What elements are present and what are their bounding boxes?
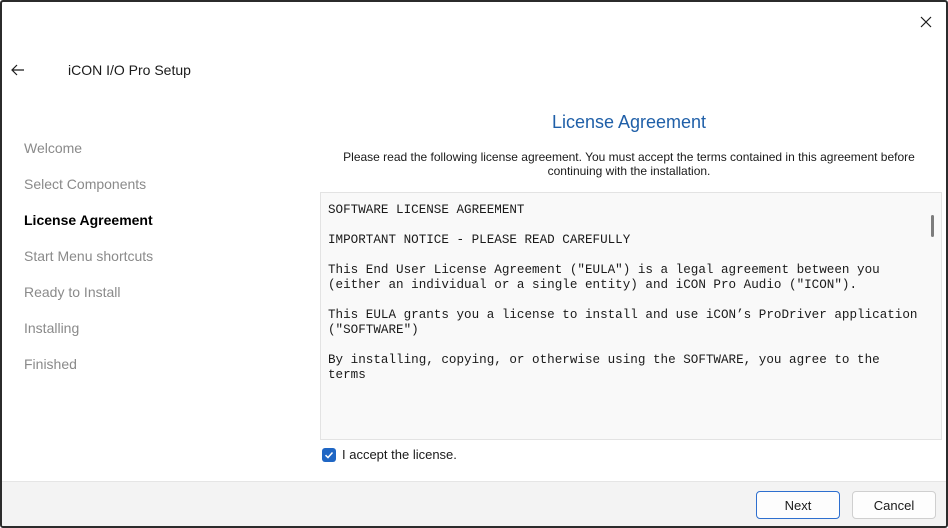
license-text-box[interactable]: SOFTWARE LICENSE AGREEMENT IMPORTANT NOT…: [320, 192, 942, 440]
cancel-button[interactable]: Cancel: [852, 491, 936, 519]
arrow-left-icon: [11, 64, 24, 76]
sidebar-item-ready-to-install[interactable]: Ready to Install: [24, 282, 284, 318]
sidebar-item-installing[interactable]: Installing: [24, 318, 284, 354]
button-bar: Next Cancel: [2, 481, 946, 526]
installer-window: iCON I/O Pro Setup Welcome Select Compon…: [0, 0, 948, 528]
sidebar-item-license-agreement[interactable]: License Agreement: [24, 210, 284, 246]
main-content: License Agreement Please read the follow…: [318, 108, 940, 178]
close-button[interactable]: [912, 8, 940, 36]
accept-license-row[interactable]: I accept the license.: [322, 447, 457, 462]
sidebar-item-start-menu-shortcuts[interactable]: Start Menu shortcuts: [24, 246, 284, 282]
sidebar-item-finished[interactable]: Finished: [24, 354, 284, 390]
back-button[interactable]: [8, 60, 28, 80]
app-title: iCON I/O Pro Setup: [68, 62, 191, 78]
next-button[interactable]: Next: [756, 491, 840, 519]
sidebar-item-select-components[interactable]: Select Components: [24, 174, 284, 210]
checkmark-icon: [324, 451, 334, 459]
accept-label: I accept the license.: [342, 447, 457, 462]
page-title: License Agreement: [551, 112, 707, 132]
scrollbar-thumb[interactable]: [931, 215, 934, 237]
license-text: SOFTWARE LICENSE AGREEMENT IMPORTANT NOT…: [328, 203, 918, 382]
accept-checkbox[interactable]: [322, 447, 336, 462]
steps-sidebar: Welcome Select Components License Agreem…: [24, 138, 284, 390]
sidebar-item-welcome[interactable]: Welcome: [24, 138, 284, 174]
intro-text: Please read the following license agreem…: [343, 150, 915, 178]
close-icon: [920, 16, 932, 28]
